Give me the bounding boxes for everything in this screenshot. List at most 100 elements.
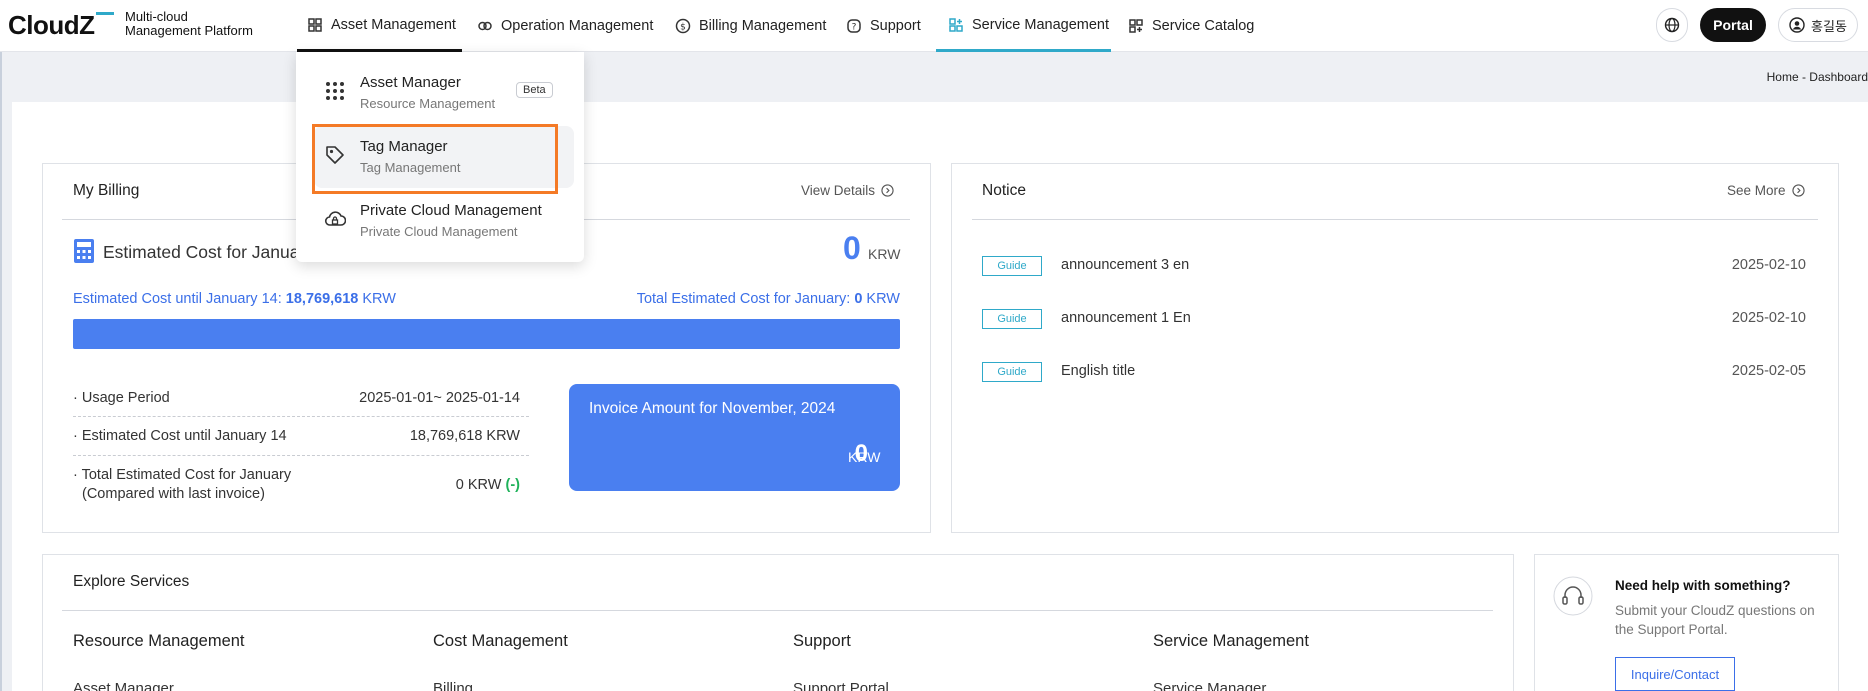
until-label: Estimated Cost until January 14: <box>73 291 282 307</box>
nav-billing-management[interactable]: $ Billing Management <box>675 0 826 52</box>
dropdown-item-title: Tag Manager <box>360 138 448 155</box>
breadcrumb: Home - Dashboard <box>1766 70 1868 84</box>
cloudz-logo[interactable]: CloudZ <box>8 10 114 41</box>
nav-service-catalog[interactable]: Service Catalog <box>1128 0 1254 52</box>
estimated-big-unit: KRW <box>868 246 901 262</box>
notice-item-date: 2025-02-10 <box>1731 257 1806 273</box>
svg-text:$: $ <box>680 23 686 33</box>
user-menu-button[interactable]: 홍길동 <box>1778 8 1858 42</box>
service-link-support-portal[interactable]: Support Portal <box>793 680 889 691</box>
progress-bar-fill <box>73 319 900 349</box>
user-name: 홍길동 <box>1811 18 1847 34</box>
guide-badge: Guide <box>982 256 1042 276</box>
view-details-label: View Details <box>801 183 876 198</box>
row-divider <box>73 455 529 456</box>
inquire-contact-button[interactable]: Inquire/Contact <box>1615 657 1735 691</box>
dropdown-item-subtitle: Tag Management <box>360 160 461 175</box>
category-resource-management: Resource Management <box>73 632 245 650</box>
nav-label: Service Management <box>972 16 1110 33</box>
estimated-heading: Estimated Cost for January <box>103 242 315 262</box>
category-cost-management: Cost Management <box>433 632 568 650</box>
guide-badge: Guide <box>982 362 1042 382</box>
row-divider <box>73 416 529 417</box>
see-more-link[interactable]: See More <box>1727 183 1805 198</box>
arrow-circle-icon <box>1791 184 1805 197</box>
logo-text: CloudZ <box>8 10 95 40</box>
notice-item-date: 2025-02-05 <box>1731 363 1806 379</box>
nav-service-management[interactable]: Service Management <box>936 0 1111 52</box>
dropdown-item-subtitle: Resource Management <box>360 96 496 111</box>
nav-label: Billing Management <box>699 18 827 34</box>
guide-badge: Guide <box>982 309 1042 329</box>
svg-text:?: ? <box>852 23 857 33</box>
left-edge-line <box>0 52 2 691</box>
invoice-title: Invoice Amount for November, 2024 <box>589 400 836 417</box>
beta-badge: Beta <box>516 82 553 98</box>
headset-icon <box>1553 576 1593 616</box>
notice-item-title[interactable]: announcement 1 En <box>1061 310 1191 326</box>
logo-accent-bar <box>96 12 114 15</box>
until-line: Estimated Cost until January 14: 18,769,… <box>73 291 396 307</box>
dropdown-item-private-cloud-management[interactable]: Private Cloud Management Private Cloud M… <box>324 196 574 256</box>
dropdown-item-tag-manager[interactable]: Tag Manager Tag Management <box>324 132 574 192</box>
user-icon <box>1789 17 1805 33</box>
nav-label: Support <box>870 18 921 34</box>
billing-card-title: My Billing <box>73 182 140 199</box>
top-navigation-bar: CloudZ Multi-cloud Management Platform As… <box>0 0 1868 52</box>
until-value: 18,769,618 <box>285 291 359 307</box>
nav-label: Asset Management <box>331 16 456 33</box>
total-unit: KRW <box>866 291 900 307</box>
nav-label: Service Catalog <box>1152 18 1255 34</box>
logo-sub-line1: Multi-cloud <box>125 9 188 24</box>
catalog-icon <box>1129 19 1143 33</box>
total-row-label: · Total Estimated Cost for January <box>73 467 292 483</box>
usage-period-value: 2025-01-01~ 2025-01-14 <box>359 390 520 406</box>
nav-asset-management[interactable]: Asset Management <box>297 0 462 52</box>
globe-icon <box>1664 17 1680 33</box>
dropdown-item-subtitle: Private Cloud Management <box>360 224 518 239</box>
help-line2: the Support Portal. <box>1615 622 1728 637</box>
total-line: Total Estimated Cost for January: 0 KRW <box>637 291 900 307</box>
category-service-management: Service Management <box>1153 632 1309 650</box>
total-row-value: 0 KRW <box>455 477 502 493</box>
total-row-value-wrap: 0 KRW (-) <box>456 477 520 493</box>
dots-grid-icon <box>326 82 344 100</box>
notice-item-title[interactable]: announcement 3 en <box>1061 257 1189 273</box>
link-icon <box>478 21 492 31</box>
calculator-icon <box>74 239 94 263</box>
usage-period-label: · Usage Period <box>73 390 170 406</box>
language-button[interactable] <box>1656 8 1688 42</box>
dropdown-item-asset-manager[interactable]: Asset Manager Resource Management Beta <box>324 68 574 128</box>
cloud-lock-icon <box>324 211 346 226</box>
service-link-billing[interactable]: Billing <box>433 680 473 691</box>
dropdown-item-title: Private Cloud Management <box>360 202 542 219</box>
invoice-unit: KRW <box>848 449 881 465</box>
dropdown-item-title: Asset Manager <box>360 74 461 91</box>
view-details-link[interactable]: View Details <box>801 183 894 198</box>
notice-item-date: 2025-02-10 <box>1731 310 1806 326</box>
notice-item-title[interactable]: English title <box>1061 363 1135 379</box>
logo-sub-line2: Management Platform <box>125 23 253 38</box>
nav-label: Operation Management <box>501 18 654 34</box>
nav-operation-management[interactable]: Operation Management <box>477 0 653 52</box>
help-chat-icon: ? <box>847 19 861 33</box>
total-label: Total Estimated Cost for January: <box>636 291 851 307</box>
category-support: Support <box>793 632 851 650</box>
grid-icon <box>308 17 322 32</box>
explore-divider <box>62 610 1493 611</box>
total-row-label2: (Compared with last invoice) <box>82 486 265 502</box>
notice-divider <box>972 219 1818 220</box>
dollar-icon: $ <box>675 18 691 34</box>
logo-subtitle: Multi-cloud Management Platform <box>125 10 253 38</box>
nav-support[interactable]: ? Support <box>846 0 921 52</box>
tag-icon <box>326 146 344 164</box>
portal-button[interactable]: Portal <box>1700 8 1766 42</box>
service-link-asset-manager[interactable]: Asset Manager <box>73 680 174 691</box>
help-title: Need help with something? <box>1615 578 1791 593</box>
explore-title: Explore Services <box>73 573 190 590</box>
service-link-service-manager[interactable]: Service Manager <box>1153 680 1266 691</box>
explore-services-card <box>42 554 1514 691</box>
help-line1: Submit your CloudZ questions on <box>1615 603 1815 618</box>
arrow-circle-icon <box>881 184 894 197</box>
estimated-big-value: 0 <box>843 230 861 266</box>
